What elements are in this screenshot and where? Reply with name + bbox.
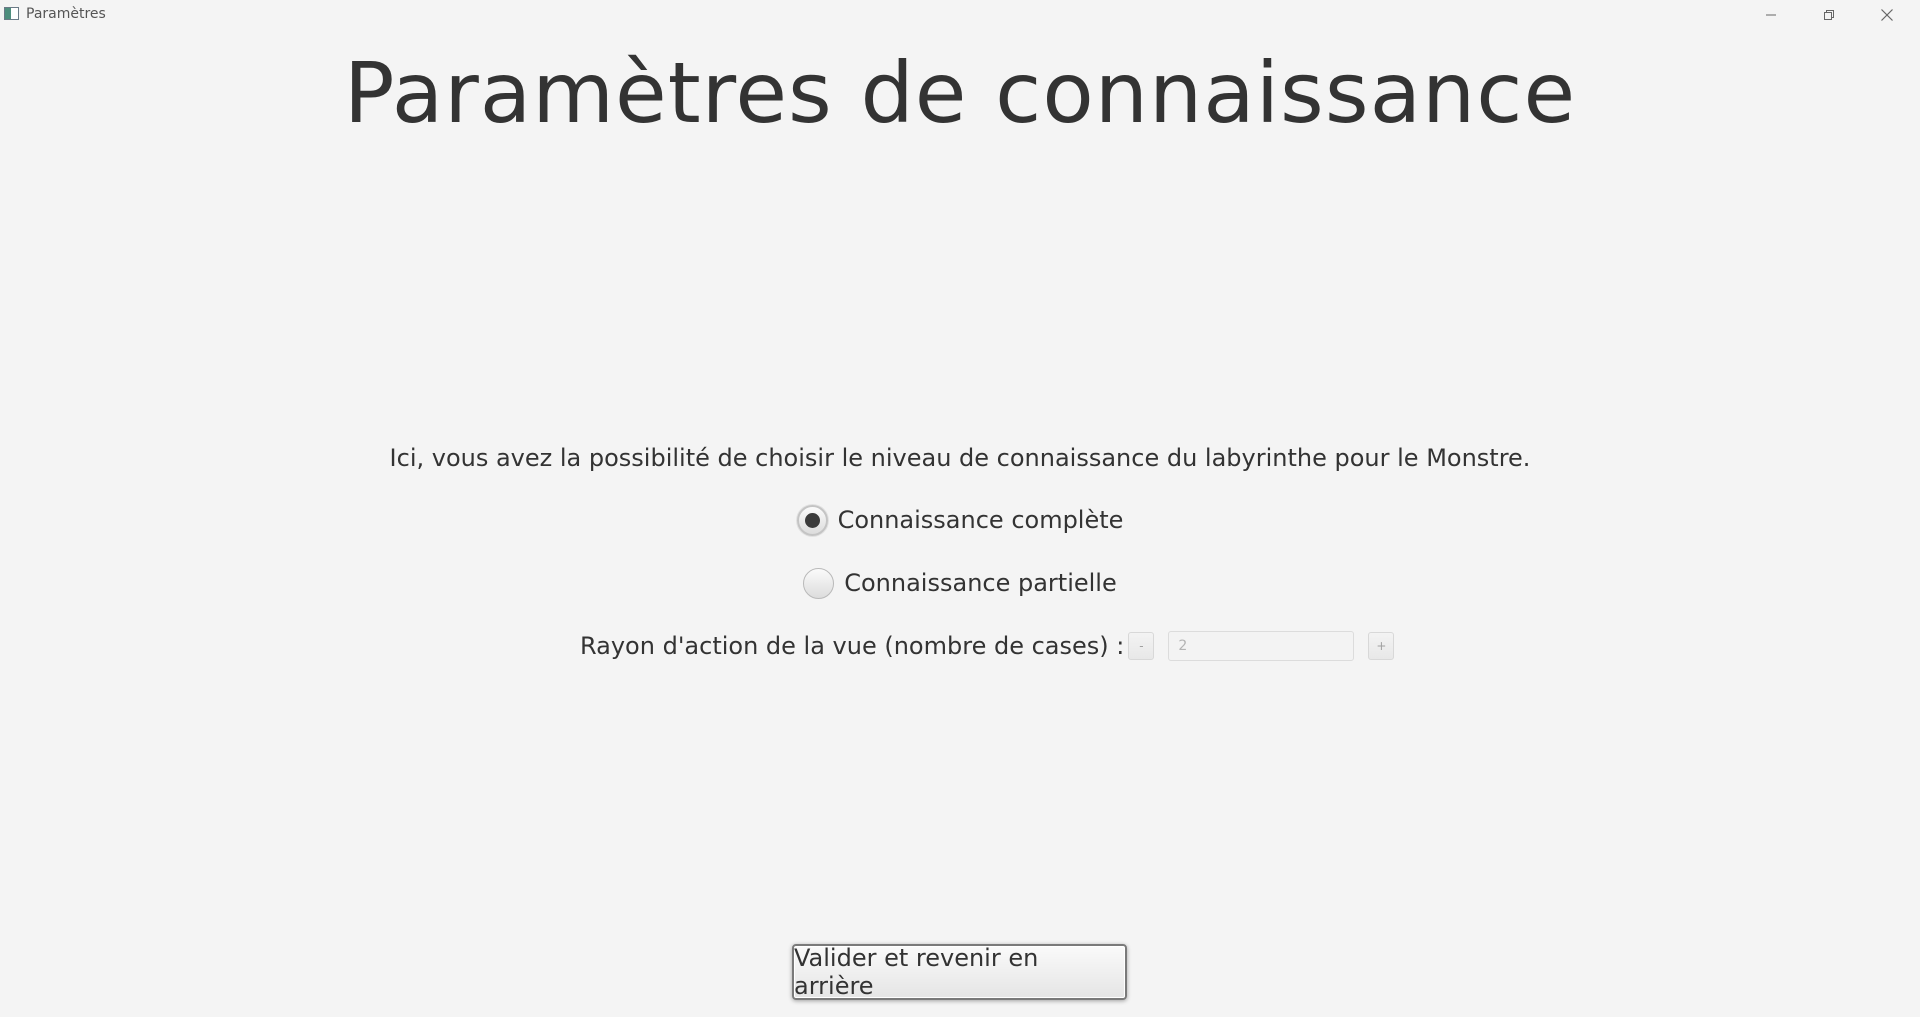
view-radius-label: Rayon d'action de la vue (nombre de case… [580,632,1125,660]
radio-button-unchecked[interactable] [803,567,835,599]
close-button[interactable] [1858,0,1916,30]
title-bar: Paramètres [0,0,1920,30]
app-window-icon [4,7,19,20]
view-radius-row: Rayon d'action de la vue (nombre de case… [580,629,1395,663]
radio-selected-dot [804,512,820,528]
increment-button[interactable]: + [1368,632,1395,660]
description-text: Ici, vous avez la possibilité de choisir… [389,444,1531,472]
radio-option-partial-row: Connaissance partielle [0,565,1920,601]
radio-complete-knowledge[interactable]: Connaissance complète [796,504,1124,536]
restore-icon [1823,9,1835,21]
radio-partial-knowledge[interactable]: Connaissance partielle [803,567,1117,599]
radio-option-complete-row: Connaissance complète [0,502,1920,538]
view-radius-input[interactable]: 2 [1168,631,1355,661]
radio-partial-label: Connaissance partielle [844,569,1117,597]
restore-button[interactable] [1800,0,1858,30]
page-title: Paramètres de connaissance [343,44,1577,142]
radio-complete-label: Connaissance complète [837,506,1124,534]
radio-button-checked[interactable] [796,504,828,536]
decrement-button[interactable]: - [1128,632,1155,660]
minimize-button[interactable] [1742,0,1800,30]
close-icon [1880,8,1894,22]
settings-window: Paramètres Paramètres de connaissance Ic… [0,0,1920,1017]
minimize-icon [1765,9,1777,21]
window-title: Paramètres [26,6,106,22]
validate-and-back-button[interactable]: Valider et revenir en arrière [792,944,1127,1000]
